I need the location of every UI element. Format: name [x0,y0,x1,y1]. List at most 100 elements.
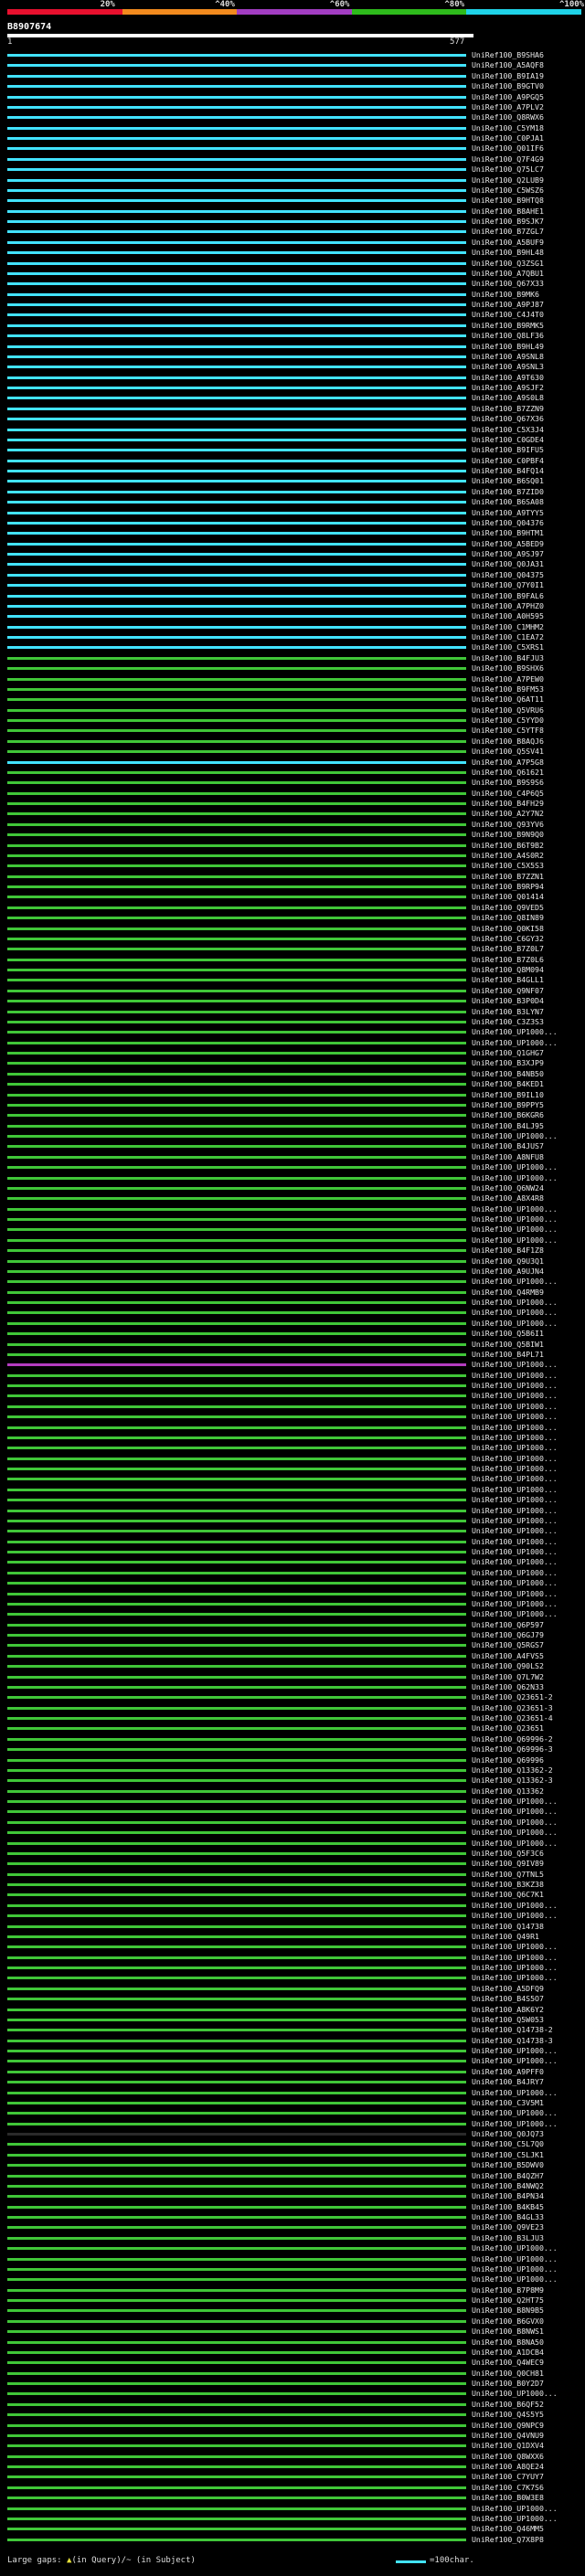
hit-label[interactable]: UniRef100_B4KB45 [472,2202,544,2211]
alignment-line[interactable] [7,1789,466,1793]
alignment-line[interactable] [7,1519,466,1522]
hit-label[interactable]: UniRef100_B9HL48 [472,248,544,257]
hit-label[interactable]: UniRef100_Q75LC7 [472,164,544,174]
hit-row[interactable]: UniRef100_B9IA19 [0,71,585,80]
alignment-line[interactable] [7,750,466,754]
alignment-line[interactable] [7,2402,466,2406]
hit-label[interactable]: UniRef100_UP1000... [472,2389,558,2398]
hit-row[interactable]: UniRef100_UP1000... [0,1901,585,1910]
alignment-line[interactable] [7,1737,466,1741]
hit-label[interactable]: UniRef100_Q04375 [472,570,544,579]
hit-label[interactable]: UniRef100_B9S9S6 [472,778,544,787]
hit-label[interactable]: UniRef100_B4GLL1 [472,975,544,984]
hit-row[interactable]: UniRef100_UP1000... [0,1599,585,1608]
hit-label[interactable]: UniRef100_UP1000... [472,1973,558,1982]
hit-label[interactable]: UniRef100_UP1000... [472,1214,558,1224]
alignment-line[interactable] [7,584,466,588]
alignment-line[interactable] [7,2050,466,2052]
hit-label[interactable]: UniRef100_Q93YV6 [472,820,544,829]
hit-row[interactable]: UniRef100_Q23651-4 [0,1713,585,1723]
hit-label[interactable]: UniRef100_A7PHZ0 [472,601,544,610]
hit-label[interactable]: UniRef100_Q61621 [472,768,544,777]
alignment-line[interactable] [7,2371,466,2375]
alignment-line[interactable] [7,1218,466,1221]
hit-row[interactable]: UniRef100_Q6AT11 [0,694,585,704]
hit-label[interactable]: UniRef100_UP1000... [472,1953,558,1962]
hit-label[interactable]: UniRef100_UP1000... [472,2514,558,2523]
alignment-line[interactable] [7,1468,466,1470]
hit-label[interactable]: UniRef100_Q46MM5 [472,2524,544,2533]
hit-label[interactable]: UniRef100_UP1000... [472,2119,558,2128]
hit-label[interactable]: UniRef100_Q1GHG7 [472,1048,544,1057]
hit-row[interactable]: UniRef100_Q0JQ73 [0,2129,585,2138]
hit-label[interactable]: UniRef100_Q7X8P8 [472,2535,544,2544]
hit-label[interactable]: UniRef100_C5L7Q0 [472,2139,544,2148]
alignment-line[interactable] [7,2143,466,2147]
hit-row[interactable]: UniRef100_UP1000... [0,1516,585,1525]
hit-row[interactable]: UniRef100_UP1000... [0,2046,585,2055]
hit-row[interactable]: UniRef100_UP1000... [0,2264,585,2274]
hit-row[interactable]: UniRef100_C1EA72 [0,632,585,641]
alignment-line[interactable] [7,1176,466,1180]
alignment-line[interactable] [7,1000,466,1003]
hit-label[interactable]: UniRef100_Q1DXV4 [472,2441,544,2450]
hit-row[interactable]: UniRef100_UP1000... [0,2514,585,2523]
hit-row[interactable]: UniRef100_Q8RWX6 [0,112,585,122]
hit-row[interactable]: UniRef100_UP1000... [0,1973,585,1982]
alignment-line[interactable] [7,2423,466,2427]
alignment-line[interactable] [7,2133,466,2136]
hit-row[interactable]: UniRef100_Q04375 [0,570,585,579]
alignment-line[interactable] [7,387,466,389]
alignment-line[interactable] [7,2029,466,2032]
hit-row[interactable]: UniRef100_UP1000... [0,1214,585,1224]
hit-row[interactable]: UniRef100_UP1000... [0,1277,585,1286]
hit-row[interactable]: UniRef100_UP1000... [0,1162,585,1171]
hit-label[interactable]: UniRef100_Q49R1 [472,1932,539,1941]
alignment-line[interactable] [7,2288,466,2292]
hit-label[interactable]: UniRef100_Q2HT75 [472,2295,544,2305]
hit-row[interactable]: UniRef100_UP1000... [0,1578,585,1587]
hit-row[interactable]: UniRef100_Q49R1 [0,1932,585,1941]
hit-row[interactable]: UniRef100_Q2HT75 [0,2295,585,2305]
hit-row[interactable]: UniRef100_Q6C7K1 [0,1890,585,1899]
hit-row[interactable]: UniRef100_B9SHA6 [0,50,585,59]
hit-label[interactable]: UniRef100_UP1000... [472,1599,558,1608]
hit-row[interactable]: UniRef100_B0Y2D7 [0,2379,585,2388]
hit-row[interactable]: UniRef100_C7YUY7 [0,2472,585,2481]
alignment-line[interactable] [7,64,466,68]
alignment-line[interactable] [7,2392,466,2396]
alignment-line[interactable] [7,1384,466,1387]
hit-label[interactable]: UniRef100_C5WSZ6 [472,186,544,195]
hit-label[interactable]: UniRef100_Q4WEC9 [472,2358,544,2367]
alignment-line[interactable] [7,698,466,702]
hit-row[interactable]: UniRef100_Q5RGS7 [0,1640,585,1649]
hit-label[interactable]: UniRef100_Q5VRU6 [472,705,544,715]
hit-row[interactable]: UniRef100_Q5BIW1 [0,1340,585,1349]
hit-row[interactable]: UniRef100_B0W3E8 [0,2493,585,2502]
hit-label[interactable]: UniRef100_UP1000... [472,1474,558,1483]
hit-label[interactable]: UniRef100_UP1000... [472,1485,558,1494]
alignment-line[interactable] [7,573,466,577]
hit-row[interactable]: UniRef100_Q01414 [0,892,585,901]
hit-label[interactable]: UniRef100_UP1000... [472,1495,558,1504]
hit-row[interactable]: UniRef100_B9HTM1 [0,528,585,537]
hit-row[interactable]: UniRef100_A9PFF0 [0,2067,585,2076]
hit-row[interactable]: UniRef100_UP1000... [0,1807,585,1816]
alignment-line[interactable] [7,812,466,816]
hit-label[interactable]: UniRef100_A7P5G8 [472,758,544,767]
alignment-line[interactable] [7,1052,466,1055]
hit-row[interactable]: UniRef100_Q01IF6 [0,143,585,153]
alignment-line[interactable] [7,1405,466,1408]
alignment-line[interactable] [7,438,466,441]
hit-label[interactable]: UniRef100_B9RP94 [472,882,544,891]
alignment-line[interactable] [7,594,466,598]
hit-row[interactable]: UniRef100_C4J4T0 [0,310,585,319]
hit-row[interactable]: UniRef100_C6GY32 [0,934,585,943]
alignment-line[interactable] [7,1800,466,1803]
hit-row[interactable]: UniRef100_B4JRY7 [0,2077,585,2086]
hit-label[interactable]: UniRef100_B9FM53 [472,684,544,694]
hit-label[interactable]: UniRef100_UP1000... [472,1308,558,1317]
hit-label[interactable]: UniRef100_A8NFU8 [472,1152,544,1161]
hit-label[interactable]: UniRef100_UP1000... [472,1391,558,1400]
hit-label[interactable]: UniRef100_B9FAL6 [472,591,544,600]
